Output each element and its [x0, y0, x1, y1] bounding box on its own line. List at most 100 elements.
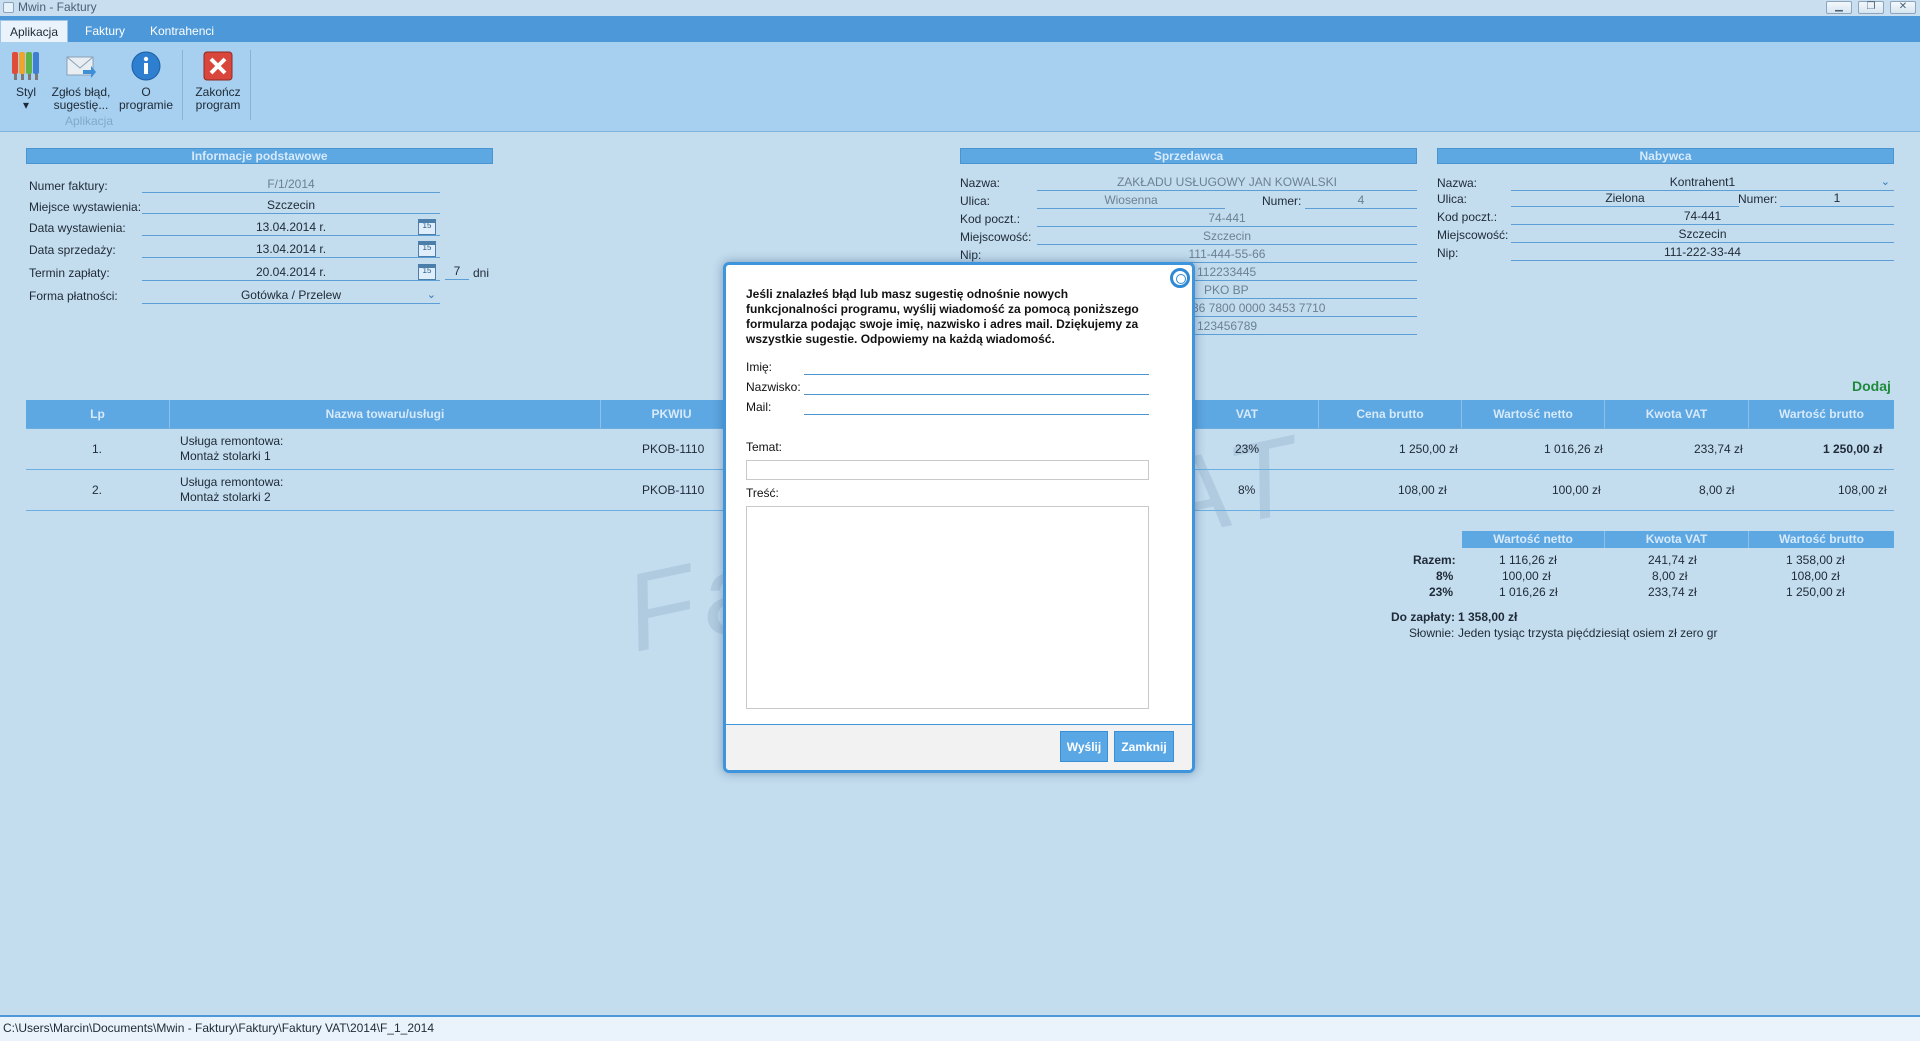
sum-23-label: 23%: [1429, 585, 1454, 599]
buyer-number-label: Numer:: [1738, 192, 1778, 206]
close-button[interactable]: Zamknij: [1114, 731, 1174, 762]
calendar-icon[interactable]: 15: [418, 264, 436, 280]
subject-input[interactable]: [746, 460, 1149, 480]
row-net-value: 1 016,26 zł: [1544, 442, 1603, 456]
due-date-value: 20.04.2014 r.: [255, 265, 327, 279]
due-date-label: Termin zapłaty:: [29, 266, 110, 280]
exit-label: Zakończ: [195, 85, 241, 99]
close-window-button[interactable]: ✕: [1890, 1, 1916, 14]
seller-postal-field[interactable]: 74-441: [1037, 210, 1417, 227]
col-net-value[interactable]: Wartość netto: [1462, 400, 1605, 428]
buyer-postal-label: Kod poczt.:: [1437, 210, 1498, 224]
about-button[interactable]: O programie: [117, 50, 175, 112]
window-title: Mwin - Faktury: [18, 0, 97, 14]
add-item-link[interactable]: Dodaj: [1852, 378, 1891, 394]
sum-23-vat: 233,74 zł: [1648, 585, 1697, 599]
style-button[interactable]: Styl ▾: [8, 50, 44, 112]
restore-button[interactable]: ❐: [1858, 1, 1884, 14]
minimize-button[interactable]: ▁: [1826, 1, 1852, 14]
sum-23-net: 1 016,26 zł: [1499, 585, 1558, 599]
buyer-number-field[interactable]: 1: [1780, 190, 1894, 207]
buyer-name-select[interactable]: Kontrahent1 ⌄: [1511, 174, 1894, 191]
info-icon: [131, 51, 161, 81]
ribbon-separator: [182, 50, 183, 120]
buyer-nip-label: Nip:: [1437, 246, 1459, 260]
buyer-name-label: Nazwa:: [1437, 176, 1478, 190]
seller-name-label: Nazwa:: [960, 176, 1001, 190]
buyer-city-field[interactable]: Szczecin: [1511, 226, 1894, 243]
report-bug-label: Zgłoś błąd,: [51, 85, 111, 99]
buyer-city-label: Miejscowość:: [1437, 228, 1509, 242]
place-label: Miejsce wystawienia:: [29, 200, 142, 214]
ribbon-group-label: Aplikacja: [65, 114, 114, 128]
due-days-field[interactable]: 7: [445, 263, 469, 280]
seller-name-field[interactable]: ZAKŁADU USŁUGOWY JAN KOWALSKI: [1037, 174, 1417, 191]
row-name-line1: Usługa remontowa:: [180, 475, 284, 489]
sale-date-label: Data sprzedaży:: [29, 243, 116, 257]
report-bug-sublabel: sugestię...: [53, 98, 109, 112]
exit-sublabel: program: [195, 98, 241, 112]
content-textarea[interactable]: [746, 506, 1149, 709]
close-dialog-icon[interactable]: [1170, 268, 1190, 288]
calendar-icon[interactable]: 15: [418, 241, 436, 257]
last-name-input[interactable]: [804, 378, 1149, 395]
sale-date-field[interactable]: 13.04.2014 r. 15: [142, 241, 440, 258]
col-vat[interactable]: VAT: [1176, 400, 1319, 428]
row-gross-value: 108,00 zł: [1838, 483, 1887, 497]
content-label: Treść:: [746, 486, 779, 500]
col-name[interactable]: Nazwa towaru/usługi: [170, 400, 601, 428]
col-vat-amount[interactable]: Kwota VAT: [1605, 400, 1749, 428]
to-pay-label: Do zapłaty:: [1391, 610, 1456, 624]
send-button[interactable]: Wyślij: [1060, 731, 1108, 762]
seller-city-field[interactable]: Szczecin: [1037, 228, 1417, 245]
about-sublabel: programie: [118, 98, 174, 112]
seller-nip-label: Nip:: [960, 248, 982, 262]
payment-label: Forma płatności:: [29, 289, 118, 303]
row-gross-price: 108,00 zł: [1398, 483, 1447, 497]
row-name-line2: Montaż stolarki 2: [180, 490, 271, 504]
exit-icon: [203, 51, 233, 81]
place-field[interactable]: Szczecin: [142, 197, 440, 214]
issue-date-value: 13.04.2014 r.: [255, 220, 327, 234]
seller-street-field[interactable]: Wiosenna: [1037, 192, 1225, 209]
ribbon-separator: [250, 50, 251, 120]
exit-program-button[interactable]: Zakończ program: [190, 50, 246, 112]
issue-date-field[interactable]: 13.04.2014 r. 15: [142, 219, 440, 236]
seller-nip-field[interactable]: 111-444-55-66: [1037, 246, 1417, 263]
sum-col-net: Wartość netto: [1462, 531, 1605, 548]
about-label: O: [141, 85, 151, 99]
buyer-nip-field[interactable]: 111-222-33-44: [1511, 244, 1894, 261]
subject-label: Temat:: [746, 440, 783, 454]
dialog-footer: Wyślij Zamknij: [726, 724, 1192, 770]
payment-select[interactable]: Gotówka / Przelew ⌄: [142, 287, 440, 304]
buyer-street-field[interactable]: Zielona: [1511, 190, 1739, 207]
col-gross-value[interactable]: Wartość brutto: [1749, 400, 1894, 428]
mail-label: Mail:: [746, 400, 772, 414]
dialog-message: Jeśli znalazłeś błąd lub masz sugestię o…: [746, 287, 1139, 346]
mail-input[interactable]: [804, 398, 1149, 415]
sum-8-label: 8%: [1436, 569, 1454, 583]
calendar-icon[interactable]: 15: [418, 219, 436, 235]
due-date-field[interactable]: 20.04.2014 r. 15: [142, 264, 440, 281]
invoice-number-field[interactable]: F/1/2014: [142, 176, 440, 193]
buyer-postal-field[interactable]: 74-441: [1511, 208, 1894, 225]
first-name-input[interactable]: [804, 358, 1149, 375]
row-vat: 8%: [1238, 483, 1256, 497]
col-lp[interactable]: Lp: [26, 400, 170, 428]
tab-aplikacja[interactable]: Aplikacja: [0, 20, 69, 42]
report-bug-button[interactable]: Zgłoś błąd, sugestię...: [50, 50, 112, 112]
buyer-section-header: Nabywca: [1437, 148, 1894, 164]
seller-number-field[interactable]: 4: [1305, 192, 1417, 209]
tab-faktury[interactable]: Faktury: [76, 20, 134, 42]
col-pkwiu[interactable]: PKWIU: [601, 400, 743, 428]
mail-icon: [66, 56, 96, 78]
sum-total-label: Razem:: [1413, 553, 1456, 567]
sum-8-gross: 108,00 zł: [1791, 569, 1840, 583]
sum-8-vat: 8,00 zł: [1652, 569, 1688, 583]
feedback-dialog: Jeśli znalazłeś błąd lub masz sugestię o…: [723, 262, 1195, 773]
in-words-label: Słownie:: [1409, 626, 1455, 640]
sum-23-gross: 1 250,00 zł: [1786, 585, 1845, 599]
col-gross-price[interactable]: Cena brutto: [1319, 400, 1462, 428]
tab-kontrahenci[interactable]: Kontrahenci: [141, 20, 223, 42]
seller-postal-label: Kod poczt.:: [960, 212, 1021, 226]
